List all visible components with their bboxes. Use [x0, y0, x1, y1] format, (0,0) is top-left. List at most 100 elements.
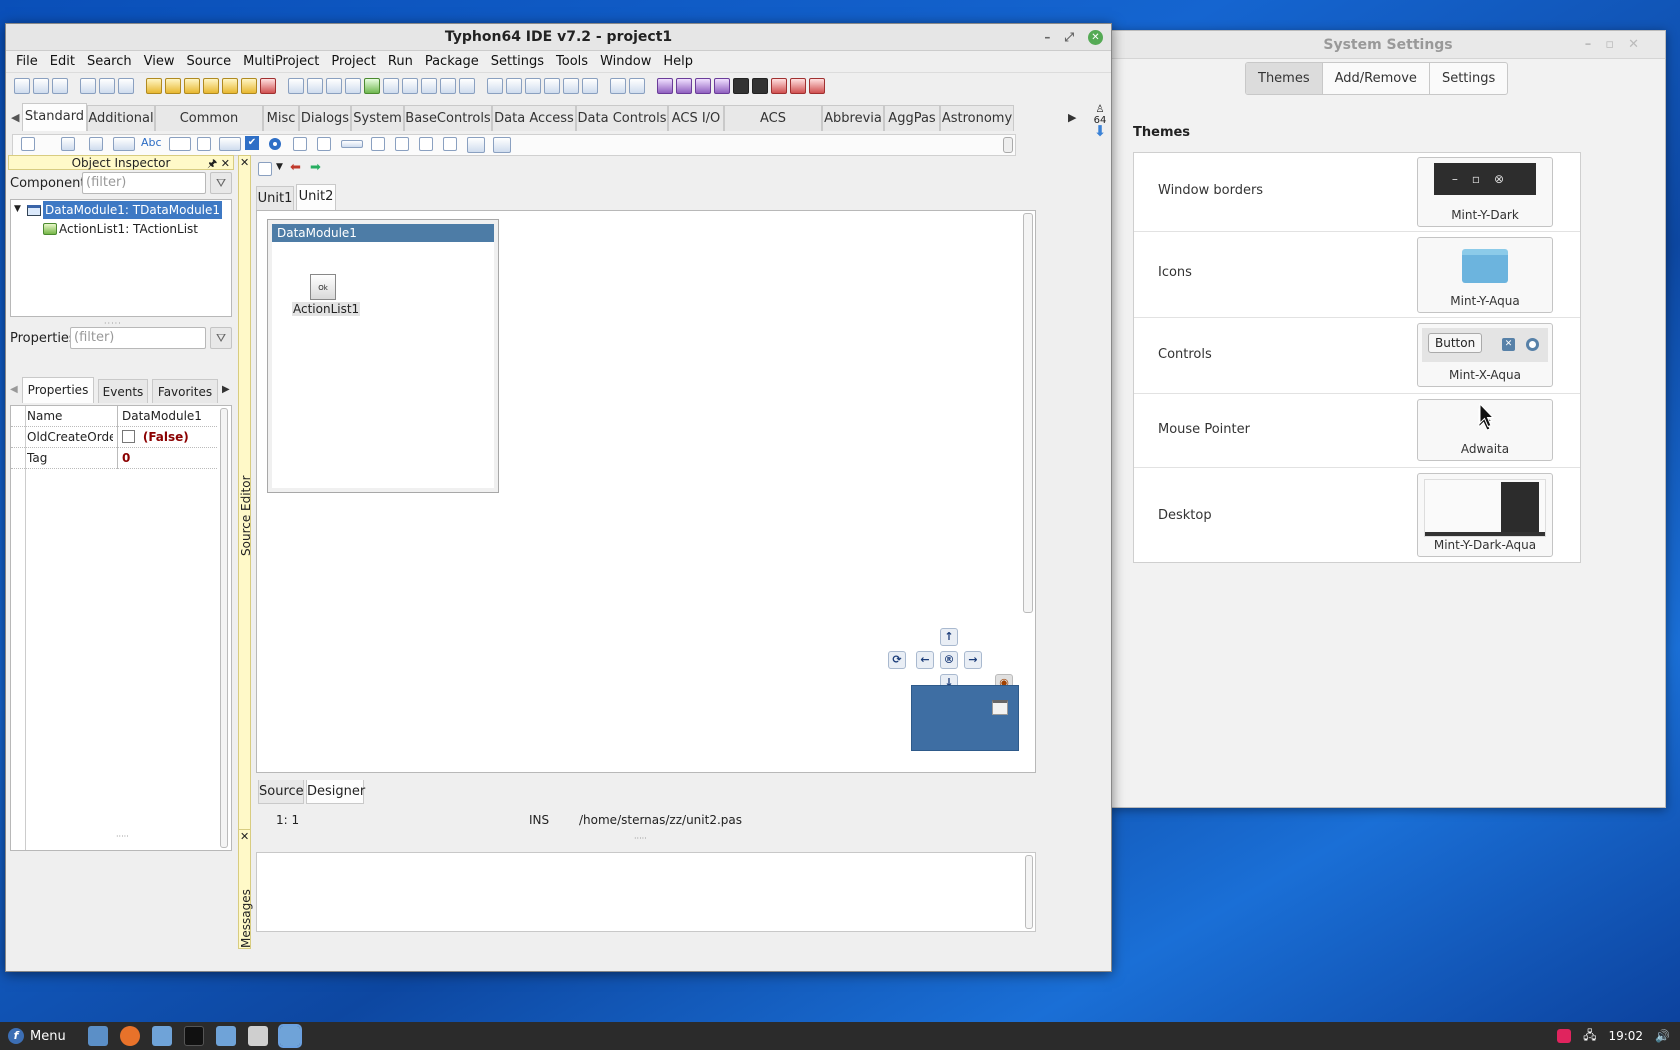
step-over-icon[interactable] [790, 78, 806, 94]
toggle-form-icon[interactable] [440, 78, 456, 94]
palette-scroll-left-icon[interactable]: ◀ [11, 111, 19, 124]
components-filter-clear-icon[interactable]: ⛛ [210, 172, 232, 194]
datamodule-surface[interactable]: Ok ActionList1 [272, 242, 494, 488]
tools-icon[interactable] [610, 78, 626, 94]
minimize-icon[interactable]: – [1044, 24, 1050, 51]
properties-filter-clear-icon[interactable]: ⛛ [210, 327, 232, 349]
scroll-up-icon[interactable]: ↑ [940, 628, 958, 646]
view-tab-source[interactable]: Source [258, 780, 304, 804]
binoculars-icon[interactable] [487, 78, 503, 94]
menu-search[interactable]: Search [81, 54, 138, 69]
button-component-icon[interactable] [113, 137, 135, 151]
palette-tab-common-controls[interactable]: Common Controls [155, 105, 263, 152]
property-grid-scrollbar[interactable] [220, 408, 228, 848]
panel-component-icon[interactable] [443, 137, 457, 151]
view-units-icon[interactable] [402, 78, 418, 94]
splitter-grip[interactable]: ····· [634, 834, 647, 843]
menu-project[interactable]: Project [325, 54, 381, 69]
palette-scrollbar[interactable] [1003, 137, 1013, 153]
back-arrow-icon[interactable]: ⬅ [290, 160, 301, 175]
designer-scrollbar[interactable] [1023, 213, 1033, 613]
property-value[interactable]: 0 [117, 448, 217, 469]
tabs-scroll-left-icon[interactable]: ◀ [10, 384, 18, 395]
new-unit-icon[interactable] [33, 78, 49, 94]
actionlist-component-icon[interactable] [493, 137, 511, 153]
scrollbar-component-icon[interactable] [341, 140, 363, 148]
typhon-ide-icon[interactable] [277, 1024, 302, 1048]
menu-package[interactable]: Package [419, 54, 485, 69]
combobox-component-icon[interactable] [317, 137, 331, 151]
window-borders-button[interactable]: –▫⊗ Mint-Y-Dark [1417, 157, 1553, 227]
properties-filter-input[interactable]: (filter) [70, 327, 206, 349]
project-icon[interactable] [146, 78, 162, 94]
messages-close-icon[interactable]: ✕ [240, 830, 249, 843]
step-into-icon[interactable] [771, 78, 787, 94]
listbox-component-icon[interactable] [293, 137, 307, 151]
palette-tab-misc[interactable]: Misc [263, 105, 299, 131]
new-form-icon[interactable] [52, 78, 68, 94]
firefox-icon[interactable] [119, 1026, 140, 1046]
checkbox-component-icon[interactable]: ✔ [245, 136, 259, 150]
dock-close-icon[interactable]: ✕ [240, 156, 249, 169]
components-filter-input[interactable]: (filter) [82, 172, 206, 194]
property-row-tag[interactable]: Tag 0 [11, 448, 217, 469]
palette-counter[interactable]: ♙ 64 ⬇ [1090, 104, 1110, 139]
view-tab-designer[interactable]: Designer [306, 780, 365, 804]
search-results-icon[interactable] [525, 78, 541, 94]
label-component-icon[interactable]: Abc [141, 136, 162, 149]
save-all-icon[interactable] [307, 78, 323, 94]
close-icon[interactable]: ✕ [1088, 30, 1103, 45]
tab-favorites[interactable]: Favorites [152, 379, 218, 403]
groupbox-component-icon[interactable] [371, 137, 385, 151]
start-menu-button[interactable]: f Menu [0, 1028, 74, 1044]
settings-window-controls[interactable]: –▫✕ [1585, 31, 1653, 59]
frame-component-icon[interactable] [467, 137, 485, 153]
code-browser-icon[interactable] [544, 78, 560, 94]
menu-edit[interactable]: Edit [44, 54, 81, 69]
view-forms-icon[interactable] [421, 78, 437, 94]
mainmenu-component-icon[interactable] [61, 137, 75, 151]
menu-view[interactable]: View [138, 54, 181, 69]
popupmenu-component-icon[interactable] [89, 137, 103, 151]
property-value[interactable]: DataModule1 [117, 406, 217, 427]
designer-minimap[interactable] [911, 685, 1019, 751]
terminal-icon[interactable] [183, 1026, 204, 1046]
editor-menu-dropdown-icon[interactable]: ▼ [276, 162, 283, 172]
tab-themes[interactable]: Themes [1246, 63, 1323, 94]
menu-settings[interactable]: Settings [485, 54, 550, 69]
build-project-icon[interactable] [241, 78, 257, 94]
settings-app-icon[interactable] [247, 1026, 268, 1046]
edit-component-icon[interactable] [169, 137, 191, 151]
editor-tab-unit2[interactable]: Unit2 [296, 184, 336, 210]
project-inspector-icon[interactable] [222, 78, 238, 94]
paste-icon[interactable] [345, 78, 361, 94]
palette-tab-aggpas[interactable]: AggPas [884, 105, 940, 131]
editor-tab-unit1[interactable]: Unit1 [256, 186, 294, 210]
scroll-left-icon[interactable]: ← [916, 651, 934, 669]
tree-expand-icon[interactable]: ▼ [14, 204, 21, 214]
add-to-project-icon[interactable] [184, 78, 200, 94]
mail-icon[interactable] [151, 1026, 172, 1046]
pointer-tool-icon[interactable] [21, 137, 35, 151]
palette-tab-abbrevia[interactable]: Abbrevia [822, 105, 884, 131]
new-file-icon[interactable] [14, 78, 30, 94]
show-desktop-icon[interactable] [87, 1026, 108, 1046]
palette-tab-system[interactable]: System [351, 105, 404, 131]
open-recent-icon[interactable] [99, 78, 115, 94]
remove-from-project-icon[interactable] [203, 78, 219, 94]
controls-button[interactable]: Button ✕ Mint-X-Aqua [1417, 323, 1553, 387]
exchange-icon[interactable] [459, 78, 475, 94]
splitter-grip[interactable]: ····· [116, 832, 129, 841]
tab-events[interactable]: Events [98, 379, 148, 403]
recenter-icon[interactable]: ® [940, 651, 958, 669]
menu-window[interactable]: Window [594, 54, 657, 69]
wave-icon[interactable] [582, 78, 598, 94]
menu-multiproject[interactable]: MultiProject [237, 54, 325, 69]
property-checkbox[interactable] [122, 430, 135, 443]
menu-source[interactable]: Source [180, 54, 237, 69]
open-icon[interactable] [80, 78, 96, 94]
maximize-icon[interactable]: ⤢ [1064, 24, 1074, 51]
component-icon[interactable] [364, 78, 380, 94]
radiobutton-component-icon[interactable] [269, 138, 281, 150]
save-icon[interactable] [288, 78, 304, 94]
